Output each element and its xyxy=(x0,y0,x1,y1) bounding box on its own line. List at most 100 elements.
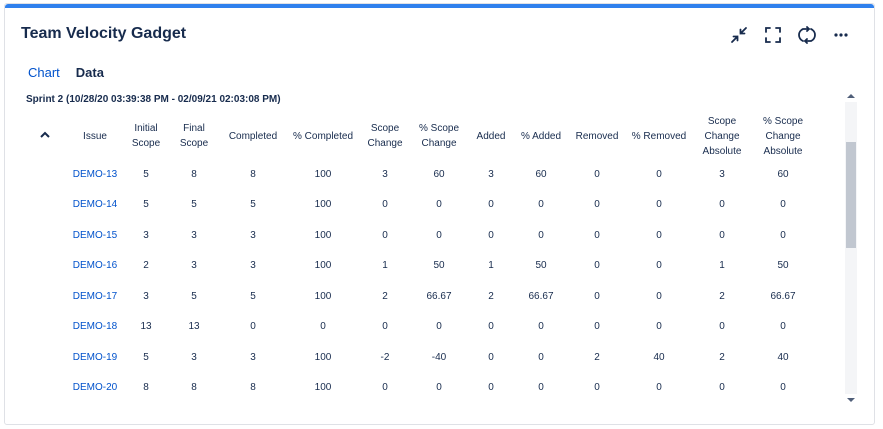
cell-removed: 0 xyxy=(594,229,600,241)
row-spacer xyxy=(23,220,67,251)
vertical-scrollbar[interactable] xyxy=(845,90,857,406)
row-spacer xyxy=(23,312,67,343)
chevron-up-icon xyxy=(40,131,50,138)
cell-final-scope: 5 xyxy=(191,290,197,302)
cell-added: 2 xyxy=(488,290,494,302)
cell-pct-scope-change-abs: 0 xyxy=(780,199,786,211)
scroll-down-arrow-icon xyxy=(847,398,855,402)
cell-pct-added: 0 xyxy=(538,382,544,394)
issue-link[interactable]: DEMO-16 xyxy=(67,251,123,282)
minimize-button[interactable] xyxy=(728,24,750,46)
fullscreen-icon xyxy=(765,27,781,43)
minimize-icon xyxy=(731,27,747,43)
cell-scope-change-abs: 2 xyxy=(719,290,725,302)
table-row: DEMO-17 3 5 5 100 2 66.67 2 66.67 0 0 2 66.67 xyxy=(23,281,813,312)
issue-link[interactable]: DEMO-15 xyxy=(67,220,123,251)
data-panel: Sprint 2 (10/28/20 03:39:38 PM - 02/09/2… xyxy=(23,87,859,407)
cell-completed: 3 xyxy=(250,351,256,363)
cell-pct-completed: 100 xyxy=(314,229,332,241)
cell-final-scope: 8 xyxy=(191,382,197,394)
cell-pct-added: 0 xyxy=(538,351,544,363)
cell-pct-scope-change: 0 xyxy=(436,199,442,211)
cell-pct-scope-change-abs: 50 xyxy=(777,260,789,272)
cell-initial-scope: 2 xyxy=(143,260,149,272)
column-header-added: Added xyxy=(476,130,506,142)
cell-removed: 0 xyxy=(594,321,600,333)
column-header-scope-change-absolute: Scope Change Absolute xyxy=(702,115,742,157)
cell-completed: 3 xyxy=(250,260,256,272)
issue-link[interactable]: DEMO-17 xyxy=(67,281,123,312)
row-spacer xyxy=(23,251,67,282)
cell-final-scope: 3 xyxy=(191,351,197,363)
view-tabs: Chart Data xyxy=(28,65,104,80)
cell-scope-change: 0 xyxy=(382,199,388,211)
cell-completed: 8 xyxy=(250,168,256,180)
cell-initial-scope: 5 xyxy=(143,199,149,211)
cell-pct-removed: 0 xyxy=(656,260,662,272)
cell-pct-scope-change-abs: 0 xyxy=(780,321,786,333)
column-header-pct-added: % Added xyxy=(520,130,562,142)
tab-chart[interactable]: Chart xyxy=(28,65,60,80)
cell-initial-scope: 5 xyxy=(143,351,149,363)
cell-completed: 5 xyxy=(250,290,256,302)
cell-added: 3 xyxy=(488,168,494,180)
cell-added: 0 xyxy=(488,382,494,394)
cell-removed: 0 xyxy=(594,382,600,394)
fullscreen-button[interactable] xyxy=(762,24,784,46)
cell-scope-change: 2 xyxy=(382,290,388,302)
cell-removed: 0 xyxy=(594,260,600,272)
cell-pct-completed: 100 xyxy=(314,382,332,394)
row-spacer xyxy=(23,281,67,312)
refresh-button[interactable] xyxy=(796,24,818,46)
issue-link[interactable]: DEMO-14 xyxy=(67,190,123,221)
issue-link[interactable]: DEMO-18 xyxy=(67,312,123,343)
cell-pct-scope-change-abs: 60 xyxy=(777,168,789,180)
column-header-scope-change: Scope Change xyxy=(367,123,403,149)
scroll-down-button[interactable] xyxy=(845,394,857,406)
scroll-up-arrow-icon xyxy=(847,94,855,98)
cell-pct-scope-change-abs: 0 xyxy=(780,229,786,241)
cell-scope-change-abs: 1 xyxy=(719,260,725,272)
cell-scope-change: 0 xyxy=(382,321,388,333)
gadget-actions xyxy=(728,24,852,46)
cell-pct-completed: 100 xyxy=(314,199,332,211)
tab-data[interactable]: Data xyxy=(76,65,104,80)
cell-pct-removed: 40 xyxy=(653,351,665,363)
table-row: DEMO-16 2 3 3 100 1 50 1 50 0 0 1 50 xyxy=(23,251,813,282)
cell-pct-added: 0 xyxy=(538,321,544,333)
more-options-button[interactable] xyxy=(830,24,852,46)
column-header-pct-scope-change-absolute: % Scope Change Absolute xyxy=(762,115,804,157)
cell-completed: 8 xyxy=(250,382,256,394)
column-header-issue: Issue xyxy=(83,130,107,142)
cell-pct-scope-change-abs: 40 xyxy=(777,351,789,363)
sprint-label: Sprint 2 (10/28/20 03:39:38 PM - 02/09/2… xyxy=(26,94,281,105)
table-row: DEMO-20 8 8 8 100 0 0 0 0 0 0 0 0 xyxy=(23,373,813,404)
team-velocity-gadget: Team Velocity Gadget Chart Data Sprint 2… xyxy=(4,3,875,425)
cell-pct-scope-change-abs: 0 xyxy=(780,382,786,394)
table-body: DEMO-13 5 8 8 100 3 60 3 60 0 0 3 60 DEMO-14 5 5 5 100 0 0 0… xyxy=(23,159,813,403)
column-header-pct-completed: % Completed xyxy=(292,130,354,142)
cell-removed: 2 xyxy=(594,351,600,363)
cell-pct-completed: 100 xyxy=(314,351,332,363)
cell-pct-scope-change: 60 xyxy=(433,168,445,180)
cell-pct-added: 66.67 xyxy=(528,290,554,302)
cell-pct-removed: 0 xyxy=(656,168,662,180)
cell-initial-scope: 3 xyxy=(143,229,149,241)
column-header-removed: Removed xyxy=(575,130,619,142)
collapse-toggle[interactable] xyxy=(23,113,67,159)
cell-scope-change: 0 xyxy=(382,229,388,241)
cell-pct-removed: 0 xyxy=(656,382,662,394)
gadget-title: Team Velocity Gadget xyxy=(21,25,187,42)
cell-added: 0 xyxy=(488,229,494,241)
cell-pct-removed: 0 xyxy=(656,199,662,211)
issue-link[interactable]: DEMO-20 xyxy=(67,373,123,404)
cell-initial-scope: 8 xyxy=(143,382,149,394)
issue-link[interactable]: DEMO-13 xyxy=(67,159,123,190)
scrollbar-thumb[interactable] xyxy=(846,142,856,248)
cell-added: 1 xyxy=(488,260,494,272)
issue-link[interactable]: DEMO-19 xyxy=(67,342,123,373)
gadget-top-bar xyxy=(5,4,874,8)
column-header-initial-scope: Initial Scope xyxy=(131,123,161,149)
scroll-up-button[interactable] xyxy=(845,90,857,102)
cell-pct-completed: 100 xyxy=(314,260,332,272)
